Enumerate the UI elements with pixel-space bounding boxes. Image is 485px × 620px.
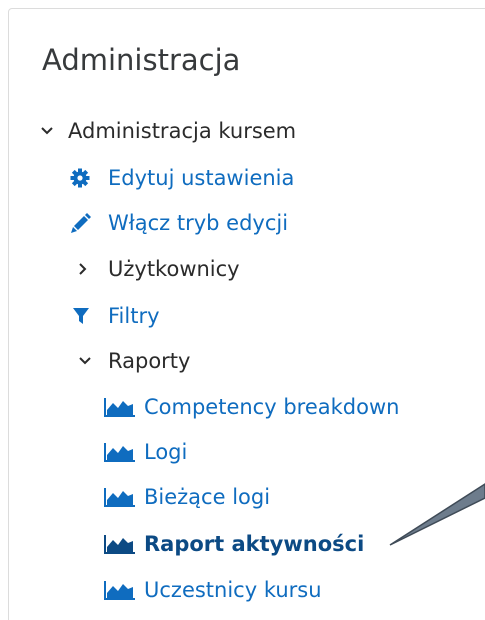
nav-filters[interactable]: Filtry [72, 299, 160, 333]
nav-turn-editing-on[interactable]: Włącz tryb edycji [70, 206, 288, 240]
nav-report-participants-label: Uczestnicy kursu [144, 578, 322, 602]
area-chart-icon [104, 487, 144, 507]
area-chart-icon [104, 442, 144, 462]
area-chart-icon [104, 397, 144, 417]
nav-report-competency-breakdown-label: Competency breakdown [144, 395, 400, 419]
chevron-down-icon [40, 126, 68, 136]
chevron-down-icon [78, 356, 108, 366]
nav-turn-editing-on-label: Włącz tryb edycji [108, 211, 289, 235]
nav-report-live-logs[interactable]: Bieżące logi [104, 480, 270, 514]
nav-report-activity[interactable]: Raport aktywności [104, 527, 364, 561]
area-chart-icon [104, 534, 144, 554]
nav-report-live-logs-label: Bieżące logi [144, 485, 271, 509]
nav-users[interactable]: Użytkownicy [78, 252, 240, 286]
nav-course-administration[interactable]: Administracja kursem [40, 114, 296, 148]
filter-icon [72, 306, 108, 326]
nav-filters-label: Filtry [108, 304, 160, 328]
page: Administracja Administracja kursem Edytu… [0, 0, 485, 620]
nav-report-logs[interactable]: Logi [104, 435, 187, 469]
nav-course-administration-label: Administracja kursem [68, 119, 297, 143]
nav-report-activity-label: Raport aktywności [144, 532, 365, 556]
area-chart-icon [104, 580, 144, 600]
nav-report-participants[interactable]: Uczestnicy kursu [104, 573, 322, 607]
nav-edit-settings-label: Edytuj ustawienia [108, 166, 295, 190]
nav-report-logs-label: Logi [144, 440, 188, 464]
block-title: Administracja [42, 43, 241, 77]
nav-report-competency-breakdown[interactable]: Competency breakdown [104, 390, 399, 424]
gear-icon [70, 168, 108, 188]
pencil-icon [70, 212, 108, 234]
chevron-right-icon [78, 262, 108, 276]
nav-edit-settings[interactable]: Edytuj ustawienia [70, 161, 294, 195]
nav-users-label: Użytkownicy [108, 257, 240, 281]
nav-reports-label: Raporty [108, 349, 191, 373]
nav-reports[interactable]: Raporty [78, 344, 190, 378]
